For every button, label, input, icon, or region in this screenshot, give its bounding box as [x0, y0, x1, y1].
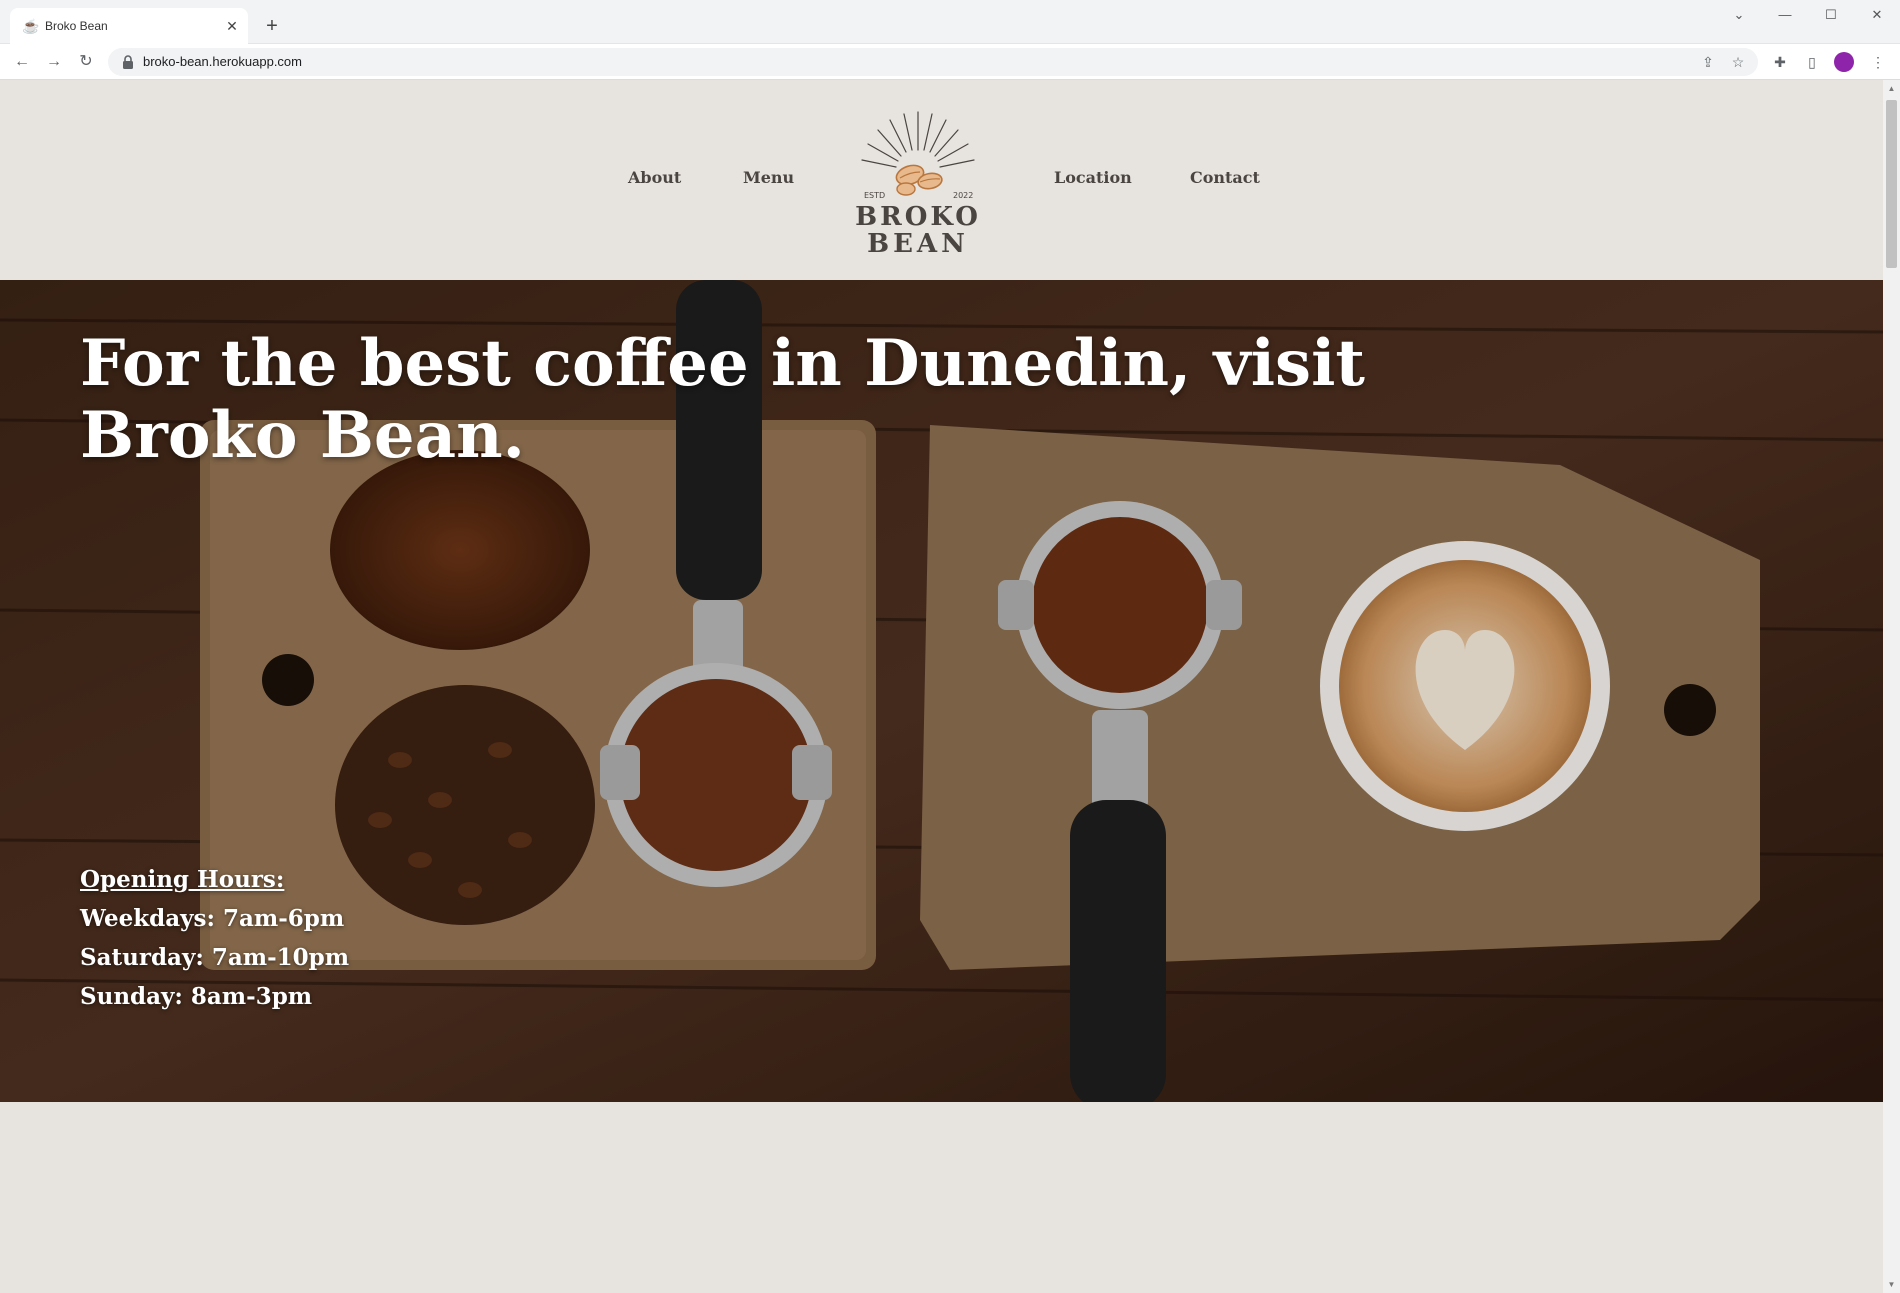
more-vertical-icon[interactable]: ⋮ — [1866, 50, 1890, 74]
forward-arrow-icon[interactable]: → — [42, 50, 66, 74]
scroll-down-arrow-icon[interactable]: ▼ — [1883, 1276, 1900, 1293]
logo-word-broko: BROKO — [855, 202, 981, 232]
tab-broko-bean[interactable]: ☕ Broko Bean ✕ — [10, 8, 248, 44]
opening-hours-heading: Opening Hours: — [80, 866, 285, 893]
hours-saturday: Saturday: 7am-10pm — [80, 944, 350, 971]
hero-section: For the best coffee in Dunedin, visit Br… — [0, 280, 1883, 1102]
close-icon[interactable]: ✕ — [222, 16, 242, 36]
nav-location-link[interactable]: Location — [1054, 168, 1132, 187]
star-icon[interactable]: ☆ — [1728, 52, 1748, 72]
window-close-icon[interactable]: ✕ — [1854, 0, 1900, 30]
extensions-icon[interactable]: ✚ — [1768, 50, 1792, 74]
minimize-icon[interactable]: — — [1762, 0, 1808, 30]
hero-title: For the best coffee in Dunedin, visit Br… — [80, 326, 1365, 473]
broko-bean-logo[interactable]: ESTD 2022 BROKO BEAN — [846, 104, 990, 254]
logo-word-bean: BEAN — [867, 229, 969, 254]
tab-strip: ☕ Broko Bean ✕ + ⌄ — ☐ ✕ — [0, 0, 1900, 44]
hours-sunday: Sunday: 8am-3pm — [80, 983, 313, 1010]
profile-avatar-icon[interactable] — [1834, 52, 1854, 72]
site-header: About Menu ESTD 2022 BROKO BEAN Location… — [0, 80, 1883, 280]
nav-menu-link[interactable]: Menu — [743, 168, 794, 187]
url-text: broko-bean.herokuapp.com — [143, 54, 302, 69]
browser-toolbar: ← → ↻ broko-bean.herokuapp.com ⇪ ☆ ✚ ▯ ⋮ — [0, 44, 1900, 80]
maximize-icon[interactable]: ☐ — [1808, 0, 1854, 30]
page-viewport: About Menu ESTD 2022 BROKO BEAN Location… — [0, 80, 1900, 1293]
lock-icon — [123, 55, 133, 69]
nav-contact-link[interactable]: Contact — [1190, 168, 1260, 187]
logo-estd-text: ESTD — [864, 191, 885, 200]
reload-icon[interactable]: ↻ — [74, 50, 98, 74]
scrollbar-thumb[interactable] — [1886, 100, 1897, 268]
hours-weekdays: Weekdays: 7am-6pm — [80, 905, 345, 932]
share-icon[interactable]: ⇪ — [1698, 52, 1718, 72]
browser-chrome: ☕ Broko Bean ✕ + ⌄ — ☐ ✕ ← → ↻ broko-bea… — [0, 0, 1900, 80]
address-bar[interactable]: broko-bean.herokuapp.com ⇪ ☆ — [108, 48, 1758, 76]
page-scrollbar[interactable]: ▲ ▼ — [1883, 80, 1900, 1293]
coffee-favicon-icon: ☕ — [22, 18, 40, 34]
side-panel-icon[interactable]: ▯ — [1800, 50, 1824, 74]
back-arrow-icon[interactable]: ← — [10, 50, 34, 74]
plus-icon[interactable]: + — [258, 12, 286, 40]
chevron-down-icon[interactable]: ⌄ — [1716, 0, 1762, 30]
tab-title: Broko Bean — [45, 19, 108, 33]
nav-about-link[interactable]: About — [628, 168, 681, 187]
window-controls: ⌄ — ☐ ✕ — [1716, 0, 1900, 30]
scroll-up-arrow-icon[interactable]: ▲ — [1883, 80, 1900, 97]
opening-hours: Opening Hours: Weekdays: 7am-6pm Saturda… — [80, 860, 349, 1016]
logo-year-text: 2022 — [953, 191, 973, 200]
